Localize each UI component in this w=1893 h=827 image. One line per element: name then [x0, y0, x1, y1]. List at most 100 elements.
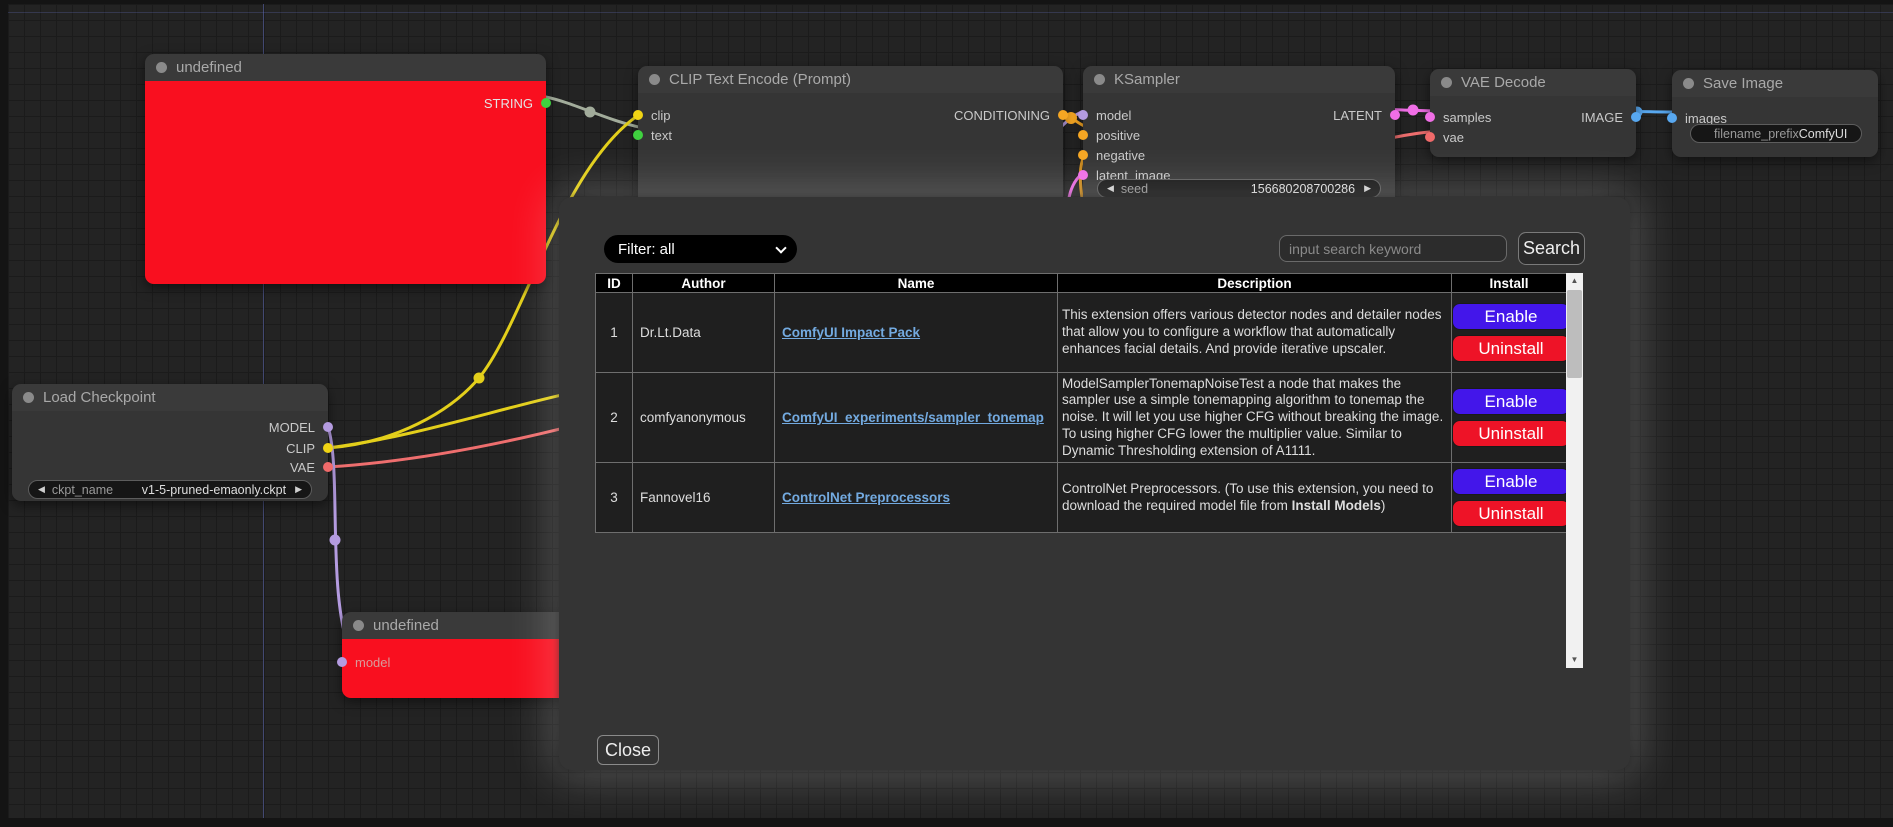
node-collapse-icon[interactable]	[1683, 78, 1694, 89]
description-bold: Install Models	[1292, 498, 1381, 513]
search-button[interactable]: Search	[1518, 232, 1585, 265]
uninstall-button[interactable]: Uninstall	[1452, 420, 1570, 447]
node-header[interactable]: Save Image	[1672, 70, 1878, 97]
table-header-row: ID Author Name Description Install	[596, 274, 1567, 293]
slot-dot-clip-out[interactable]	[323, 443, 333, 453]
next-arrow-icon[interactable]: ▶	[295, 485, 302, 494]
filter-select-wrap: Filter: all	[604, 235, 797, 263]
input-slot-model[interactable]: model	[337, 656, 390, 668]
node-collapse-icon[interactable]	[353, 620, 364, 631]
slot-label: samples	[1443, 110, 1491, 125]
wire-dot-model[interactable]	[330, 535, 341, 546]
node-body	[1430, 96, 1636, 157]
node-collapse-icon[interactable]	[1441, 77, 1452, 88]
cell-author: comfyanonymous	[633, 373, 775, 463]
extension-link[interactable]: ComfyUI_experiments/sampler_tonemap	[782, 410, 1044, 425]
node-body-error	[145, 81, 546, 284]
node-collapse-icon[interactable]	[23, 392, 34, 403]
slot-dot-string[interactable]	[541, 98, 551, 108]
node-ksampler[interactable]: KSampler model positive negative latent_…	[1083, 66, 1395, 216]
slot-dot-conditioning[interactable]	[1058, 110, 1068, 120]
input-slot-images[interactable]: images	[1667, 112, 1727, 124]
extension-manager-dialog: Filter: all Search ID Author Name Descri…	[559, 197, 1630, 770]
cell-description: ControlNet Preprocessors. (To use this e…	[1058, 463, 1452, 533]
slot-dot-image[interactable]	[1631, 112, 1641, 122]
cell-description: ModelSamplerTonemapNoiseTest a node that…	[1058, 373, 1452, 463]
uninstall-button[interactable]: Uninstall	[1452, 500, 1570, 527]
enable-button[interactable]: Enable	[1452, 468, 1570, 495]
slot-dot-model-out[interactable]	[323, 422, 333, 432]
cell-id: 3	[596, 463, 633, 533]
filter-select[interactable]: Filter: all	[604, 235, 797, 263]
output-slot-latent[interactable]: LATENT	[1333, 109, 1400, 121]
slot-dot-positive[interactable]	[1078, 130, 1088, 140]
widget-value: 156680208700286	[1251, 182, 1355, 196]
slot-dot-vae-out[interactable]	[323, 462, 333, 472]
seed-widget[interactable]: ◀ seed 156680208700286 ▶	[1097, 179, 1381, 198]
slot-dot-images[interactable]	[1667, 113, 1677, 123]
node-header[interactable]: KSampler	[1083, 66, 1395, 93]
wire-dot-latent[interactable]	[1408, 105, 1419, 116]
slot-dot-vae[interactable]	[1425, 132, 1435, 142]
slot-dot-negative[interactable]	[1078, 150, 1088, 160]
enable-button[interactable]: Enable	[1452, 388, 1570, 415]
node-vae-decode[interactable]: VAE Decode samples vae IMAGE	[1430, 69, 1636, 157]
extension-link[interactable]: ComfyUI Impact Pack	[782, 325, 920, 340]
node-header[interactable]: CLIP Text Encode (Prompt)	[638, 66, 1063, 93]
output-slot-model[interactable]: MODEL	[269, 421, 333, 433]
widget-value: v1-5-pruned-emaonly.ckpt	[142, 483, 286, 497]
output-slot-conditioning[interactable]: CONDITIONING	[954, 109, 1068, 121]
close-button[interactable]: Close	[597, 735, 659, 765]
ckpt-name-widget[interactable]: ◀ ckpt_name v1-5-pruned-emaonly.ckpt ▶	[28, 480, 312, 499]
decrement-arrow-icon[interactable]: ◀	[1107, 184, 1114, 193]
output-slot-string[interactable]: STRING	[484, 97, 551, 109]
node-header[interactable]: Load Checkpoint	[12, 384, 328, 411]
wire-dot-string[interactable]	[585, 107, 596, 118]
scrollbar-thumb[interactable]	[1567, 290, 1582, 378]
node-collapse-icon[interactable]	[156, 62, 167, 73]
node-header[interactable]: VAE Decode	[1430, 69, 1636, 96]
increment-arrow-icon[interactable]: ▶	[1364, 184, 1371, 193]
node-collapse-icon[interactable]	[649, 74, 660, 85]
node-header[interactable]: undefined	[145, 54, 546, 81]
input-slot-positive[interactable]: positive	[1078, 129, 1140, 141]
input-slot-model[interactable]: model	[1078, 109, 1131, 121]
slot-dot-latent[interactable]	[1390, 110, 1400, 120]
slot-dot-text[interactable]	[633, 130, 643, 140]
extension-link[interactable]: ControlNet Preprocessors	[782, 490, 950, 505]
slot-dot-clip[interactable]	[633, 110, 643, 120]
extension-list-scroll: ID Author Name Description Install 1 Dr.…	[595, 273, 1583, 668]
header-author: Author	[633, 274, 775, 293]
output-slot-clip[interactable]: CLIP	[286, 442, 333, 454]
input-slot-text[interactable]: text	[633, 129, 672, 141]
scroll-down-icon[interactable]: ▼	[1566, 652, 1583, 668]
output-slot-vae[interactable]: VAE	[290, 461, 333, 473]
table-row: 2 comfyanonymous ComfyUI_experiments/sam…	[596, 373, 1567, 463]
header-id: ID	[596, 274, 633, 293]
scrollbar[interactable]: ▲ ▼	[1566, 273, 1583, 668]
input-slot-vae[interactable]: vae	[1425, 131, 1464, 143]
output-slot-image[interactable]: IMAGE	[1581, 111, 1641, 123]
widget-label: filename_prefix	[1714, 127, 1799, 141]
slot-label: IMAGE	[1581, 110, 1623, 125]
scroll-up-icon[interactable]: ▲	[1566, 273, 1583, 289]
slot-label: negative	[1096, 148, 1145, 163]
slot-dot-samples[interactable]	[1425, 112, 1435, 122]
input-slot-negative[interactable]: negative	[1078, 149, 1145, 161]
slot-dot-latent-image[interactable]	[1078, 170, 1088, 180]
slot-dot-model-in[interactable]	[337, 657, 347, 667]
uninstall-button[interactable]: Uninstall	[1452, 335, 1570, 362]
input-slot-samples[interactable]: samples	[1425, 111, 1491, 123]
filename-prefix-widget[interactable]: filename_prefix ComfyUI	[1690, 124, 1862, 143]
input-slot-clip[interactable]: clip	[633, 109, 671, 121]
node-undefined-top[interactable]: undefined STRING	[145, 54, 546, 284]
prev-arrow-icon[interactable]: ◀	[38, 485, 45, 494]
node-collapse-icon[interactable]	[1094, 74, 1105, 85]
enable-button[interactable]: Enable	[1452, 303, 1570, 330]
search-input[interactable]	[1279, 235, 1507, 262]
slot-dot-model[interactable]	[1078, 110, 1088, 120]
wire-dot-clip[interactable]	[474, 373, 485, 384]
node-save-image[interactable]: Save Image images filename_prefix ComfyU…	[1672, 70, 1878, 157]
node-load-checkpoint[interactable]: Load Checkpoint MODEL CLIP VAE ◀ ckpt_na…	[12, 384, 328, 501]
slot-label: text	[651, 128, 672, 143]
